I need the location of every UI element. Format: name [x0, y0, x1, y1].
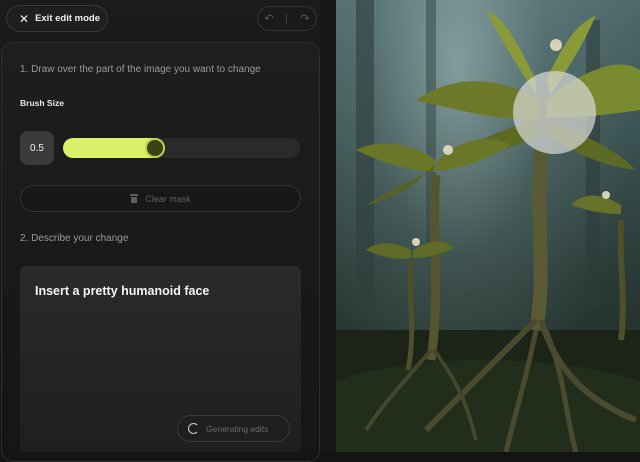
prompt-input[interactable]: Insert a pretty humanoid face Generating… [20, 266, 301, 452]
generating-edits-button[interactable]: Generating edits [177, 415, 290, 442]
clear-mask-button[interactable]: Clear mask [20, 185, 301, 212]
brush-size-value: 0.5 [20, 131, 54, 165]
brush-mask-stroke [513, 71, 596, 154]
brush-size-label: Brush Size [20, 98, 64, 108]
history-controls: ↶ ↷ [257, 6, 317, 31]
exit-edit-mode-button[interactable]: ✕ Exit edit mode [6, 5, 108, 32]
clear-mask-label: Clear mask [145, 193, 191, 204]
divider [286, 13, 288, 24]
loading-spinner-icon [188, 423, 199, 434]
trash-icon [130, 194, 139, 203]
prompt-text: Insert a pretty humanoid face [35, 284, 210, 298]
step1-title: 1. Draw over the part of the image you w… [20, 64, 261, 75]
step2-title: 2. Describe your change [20, 233, 129, 244]
generating-edits-label: Generating edits [206, 423, 269, 434]
jungle-plant-image [336, 0, 640, 452]
brush-size-value-text: 0.5 [30, 142, 44, 154]
redo-icon[interactable]: ↷ [300, 12, 309, 25]
close-icon: ✕ [19, 11, 30, 26]
panel-gutter [320, 0, 336, 452]
undo-icon[interactable]: ↶ [264, 12, 273, 25]
brush-size-slider-thumb[interactable] [145, 138, 165, 158]
exit-edit-mode-label: Exit edit mode [35, 13, 100, 24]
brush-size-slider[interactable] [63, 138, 300, 158]
image-canvas[interactable] [336, 0, 640, 452]
